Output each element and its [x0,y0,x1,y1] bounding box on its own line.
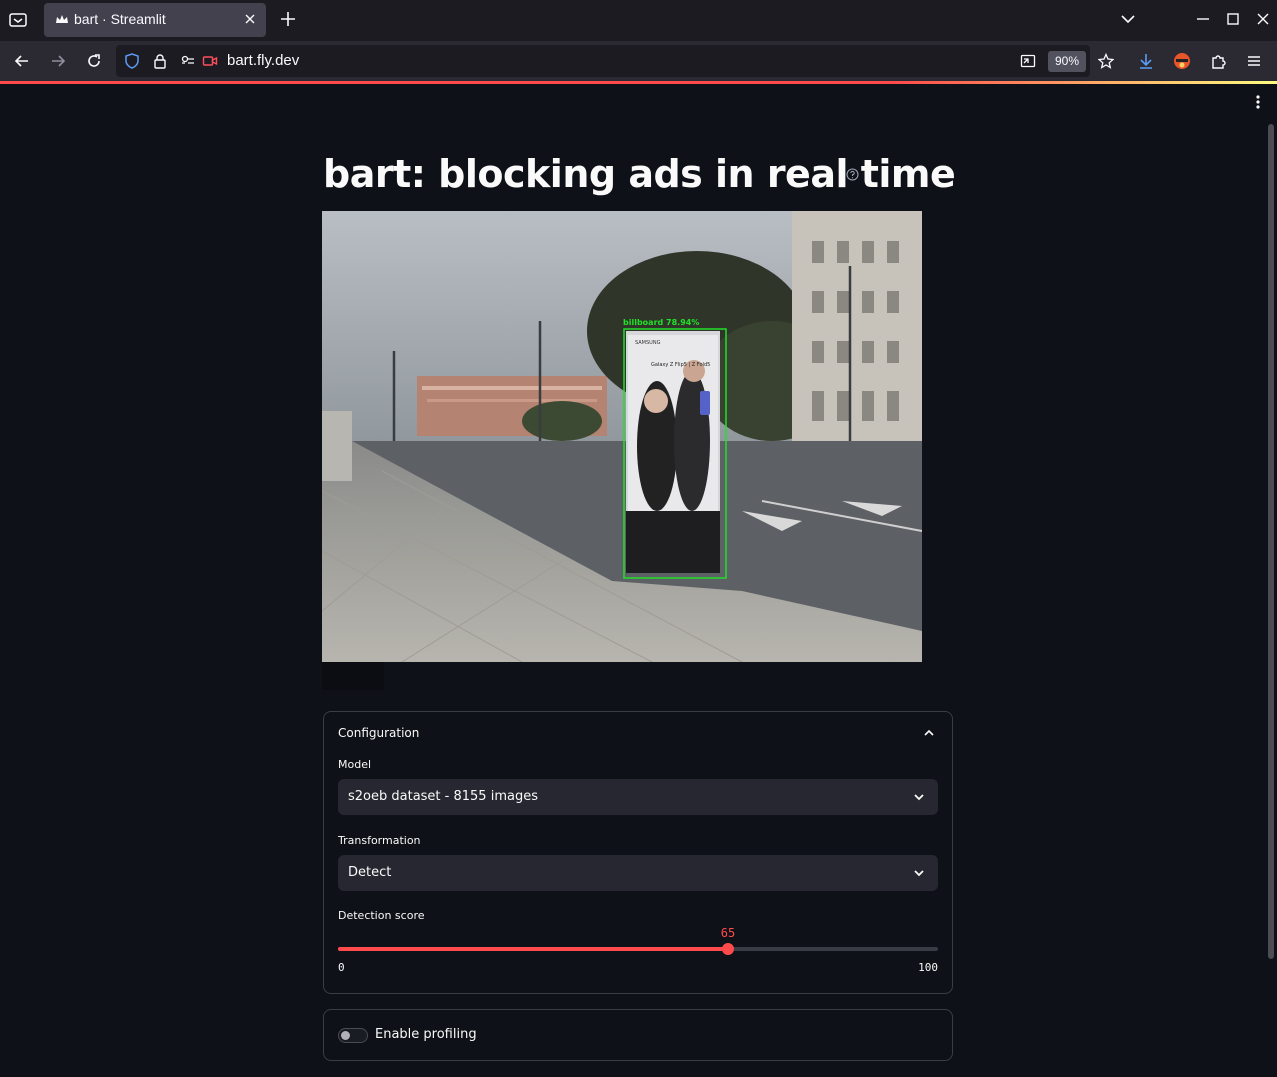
detection-score-label: Detection score [338,909,425,922]
chevron-down-icon[interactable] [912,790,926,804]
chevron-down-icon[interactable] [912,866,926,880]
close-tab-icon[interactable] [243,12,257,26]
detection-score-slider[interactable]: 65 0 100 [338,926,938,980]
main-menu-kebab-icon[interactable] [1250,94,1266,110]
slider-fill [338,947,728,951]
minimize-icon[interactable] [1194,10,1212,28]
url-text: bart.fly.dev [227,52,300,69]
browser-navbar: bart.fly.dev 90% [0,41,1277,81]
transformation-select-value: Detect [348,865,392,880]
toggle-knob [341,1031,350,1040]
forward-icon[interactable] [49,52,67,70]
new-tab-icon[interactable] [279,10,297,28]
url-bar[interactable]: bart.fly.dev 90% [116,45,1114,77]
bookmark-star-icon[interactable] [1098,53,1114,69]
permissions-icon[interactable] [180,53,196,69]
app-menu-icon[interactable] [1245,52,1263,70]
ad-slogan-text: Galaxy Z Flip5 | Z Fold5 [651,362,710,368]
streamlit-crown-icon [56,15,68,23]
model-label: Model [338,758,372,771]
zoom-level-button[interactable]: 90% [1048,51,1086,72]
downloads-icon[interactable] [1137,52,1155,70]
expander-title[interactable]: Configuration [338,726,419,740]
slider-current-value: 65 [720,926,736,940]
streamlit-app: bart: blocking ads in real time SAMSUNG … [0,84,1277,1077]
page-title: bart: blocking ads in real time [323,152,956,196]
transformation-select[interactable]: Detect [338,855,938,891]
enable-profiling-label[interactable]: Enable profiling [375,1027,477,1042]
close-window-icon[interactable] [1254,10,1272,28]
back-icon[interactable] [13,52,31,70]
slider-thumb[interactable] [722,943,734,955]
tab-title: bart · Streamlit [74,11,166,27]
tab-list-icon[interactable] [8,10,28,30]
extension-avatar-icon[interactable] [1173,52,1191,70]
tracking-shield-icon[interactable] [124,53,140,69]
ad-brand-text: SAMSUNG [635,340,661,346]
street-scene-image: SAMSUNG Galaxy Z Flip5 | Z Fold5 billboa… [322,211,922,662]
detection-label: billboard 78.94% [623,318,699,327]
slider-max-label: 100 [918,961,938,974]
lock-icon[interactable] [152,53,168,69]
picture-in-picture-icon[interactable] [1020,53,1036,69]
browser-tab-active[interactable]: bart · Streamlit [44,3,266,37]
browser-tab-strip: bart · Streamlit [0,0,1277,41]
chevron-up-icon[interactable] [922,726,936,740]
camera-sharing-icon[interactable] [202,53,218,69]
enable-profiling-toggle[interactable] [338,1028,368,1043]
slider-min-label: 0 [338,961,345,974]
configuration-expander: Configuration Model s2oeb dataset - 8155… [323,711,953,994]
model-select-value: s2oeb dataset - 8155 images [348,789,538,804]
profiling-container: Enable profiling [323,1009,953,1061]
extensions-puzzle-icon[interactable] [1209,52,1227,70]
model-select[interactable]: s2oeb dataset - 8155 images [338,779,938,815]
page-scrollbar[interactable] [1268,124,1274,959]
transformation-label: Transformation [338,834,421,847]
maximize-icon[interactable] [1224,10,1242,28]
help-tooltip-icon[interactable] [846,168,859,181]
tab-overflow-chevron-icon[interactable] [1119,10,1137,28]
webrtc-controls-bar [322,662,384,690]
reload-icon[interactable] [85,52,103,70]
webcam-video-stream: SAMSUNG Galaxy Z Flip5 | Z Fold5 billboa… [322,211,922,662]
